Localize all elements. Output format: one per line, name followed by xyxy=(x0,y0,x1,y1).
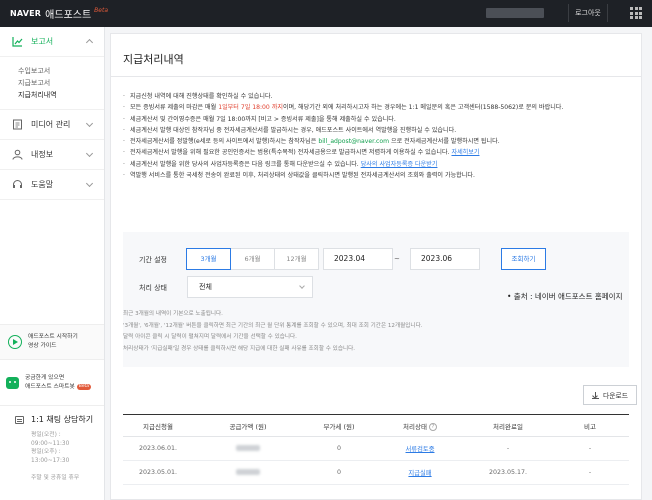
filter-note: 달력 아이콘 클릭 시 달력이 펼쳐지며 달력에서 기간을 선택할 수 있습니다… xyxy=(123,334,297,341)
headset-icon xyxy=(12,179,23,190)
sidebar-subnav-report: 수입보고서 지급보고서 지급처리내역 xyxy=(0,57,104,110)
beta-badge: Beta xyxy=(76,383,92,390)
col-supply-amount: 공급가액 (원) xyxy=(193,414,303,437)
filter-note: '3개월', '6개월', '12개월' 버튼을 클릭하면 최근 기간의 최근 … xyxy=(123,322,423,329)
notice-item: 지급신청 내역에 대해 진행상태를 확인하실 수 있습니다. xyxy=(123,91,623,103)
chat-holiday: 주말 및 공휴일 휴무 xyxy=(31,475,80,481)
promo-smartbot-text: 궁금한게 있으면 애드포스트 스마트봇 Beta xyxy=(25,375,92,390)
chat-icon xyxy=(15,416,24,424)
period-3m-button[interactable]: 3개월 xyxy=(186,248,231,270)
col-request-month: 지급신청월 xyxy=(123,414,193,437)
logo-brand: NAVER xyxy=(10,9,42,18)
period-6m-button[interactable]: 6개월 xyxy=(230,248,275,270)
filter-panel: 기간 설정 3개월 6개월 12개월 2023.04 ~ 2023.06 조회하… xyxy=(123,232,629,367)
promo-video-guide[interactable]: 애드포스트 시작하기 영상 가이드 xyxy=(0,324,104,360)
logout-button[interactable]: 로그아웃 xyxy=(568,4,608,22)
download-button[interactable]: 다운로드 xyxy=(583,385,637,405)
sidebar-item-label: 내정보 xyxy=(31,150,54,159)
billing-email: bill_adpost@naver.com xyxy=(318,138,390,146)
apps-grid-icon[interactable] xyxy=(630,7,642,19)
redacted-amount xyxy=(236,468,260,475)
logo[interactable]: NAVER 애드포스트 Beta xyxy=(10,6,108,21)
top-bar: NAVER 애드포스트 Beta 로그아웃 xyxy=(0,0,652,27)
promo-smartbot[interactable]: 궁금한게 있으면 애드포스트 스마트봇 Beta xyxy=(0,368,104,398)
business-license-download-link[interactable]: 당사의 사업자등록증 다운받기 xyxy=(361,161,438,168)
help-icon[interactable]: ? xyxy=(428,422,437,431)
divider xyxy=(111,76,641,77)
chevron-down-icon xyxy=(85,179,94,188)
subnav-income-report[interactable]: 수입보고서 xyxy=(18,65,104,77)
notice-item: 세금계산서 발행 대상인 참작자님 중 전자세금계산서를 발급하시는 경우, 애… xyxy=(123,125,623,137)
table-header-row: 지급신청월 공급가액 (원) 부가세 (원) 처리상태? 처리완료일 비고 xyxy=(123,414,629,437)
chat-title: 1:1 채팅 상담하기 xyxy=(31,415,94,424)
notice-item: 전자세금계산서를 정발행(e세로 등의 사이트에서 발행)하시는 참작자님은 b… xyxy=(123,136,623,148)
main-panel: 지급처리내역 지급신청 내역에 대해 진행상태를 확인하실 수 있습니다. 모든… xyxy=(110,33,642,500)
sidebar: 보고서 수입보고서 지급보고서 지급처리내역 미디어 관리 내정보 도움말 애드… xyxy=(0,27,105,500)
notice-item: 세금계산서 및 간이영수증은 매월 7일 18:00까지 [비고 > 증빙서류 … xyxy=(123,114,623,126)
sidebar-item-report[interactable]: 보고서 xyxy=(0,27,104,57)
col-note: 비고 xyxy=(551,414,629,437)
status-label: 처리 상태 xyxy=(139,284,167,292)
sidebar-item-help[interactable]: 도움말 xyxy=(0,170,104,200)
col-status: 처리상태? xyxy=(375,414,465,437)
chevron-down-icon xyxy=(85,119,94,128)
redacted-amount xyxy=(236,444,260,451)
search-button[interactable]: 조회하기 xyxy=(501,248,546,270)
filter-notes: 최근 3개월의 내역이 기본으로 노출됩니다. '3개월', '6개월', '1… xyxy=(123,309,423,356)
status-link[interactable]: 지급실패 xyxy=(408,470,431,477)
end-date-field[interactable]: 2023.06 xyxy=(410,248,480,270)
notice-list: 지급신청 내역에 대해 진행상태를 확인하실 수 있습니다. 모든 증빙서류 제… xyxy=(123,91,623,182)
user-name-redacted xyxy=(486,8,544,18)
page-title: 지급처리내역 xyxy=(123,53,184,66)
start-date-field[interactable]: 2023.04 xyxy=(323,248,393,270)
payment-table: 지급신청월 공급가액 (원) 부가세 (원) 처리상태? 처리완료일 비고 20… xyxy=(123,414,629,485)
details-link[interactable]: 자세히보기 xyxy=(451,149,479,156)
sidebar-item-media[interactable]: 미디어 관리 xyxy=(0,110,104,140)
chevron-up-icon xyxy=(85,38,94,47)
col-completed-date: 처리완료일 xyxy=(465,414,551,437)
document-icon xyxy=(12,119,23,130)
period-label: 기간 설정 xyxy=(139,256,167,264)
sidebar-item-label: 보고서 xyxy=(31,37,54,46)
col-vat: 부가세 (원) xyxy=(303,414,375,437)
period-segment: 3개월 6개월 12개월 xyxy=(186,248,319,270)
chevron-down-icon xyxy=(85,149,94,158)
status-link[interactable]: 서류검토중 xyxy=(406,446,435,453)
robot-icon xyxy=(6,377,19,389)
status-select[interactable]: 전체 xyxy=(187,276,313,298)
sidebar-item-label: 도움말 xyxy=(31,180,54,189)
table-row: 2023.06.01. 0 서류검토중 - - xyxy=(123,436,629,461)
source-caption: • 출처 : 네이버 애드포스트 홈페이지 xyxy=(507,292,623,301)
subnav-payment-report[interactable]: 지급보고서 xyxy=(18,77,104,89)
sidebar-item-label: 미디어 관리 xyxy=(31,120,71,129)
notice-item: 전자세금계산서 발행을 위해 필요한 공인인증서는 범용(특수목적) 전자세금용… xyxy=(123,147,623,159)
date-range-separator: ~ xyxy=(394,255,400,263)
table-row: 2023.05.01. 0 지급실패 2023.05.17. - xyxy=(123,460,629,485)
notice-item: 모든 증빙서류 제출의 마감은 매월 1일부터 7일 18:00 까지이며, 해… xyxy=(123,102,623,114)
download-icon xyxy=(591,391,599,399)
chart-icon xyxy=(12,36,23,47)
notice-item: 세금계산서 발행을 위한 당사의 사업자등록증은 다음 링크를 통해 다운받으실… xyxy=(123,159,623,171)
filter-note: 최근 3개월의 내역이 기본으로 노출됩니다. xyxy=(123,311,223,317)
play-icon xyxy=(8,335,22,349)
chat-support[interactable]: 1:1 채팅 상담하기 평일(오전) : 09:00~11:30 평일(오후) … xyxy=(0,405,104,481)
notice-item: 역발행 서비스를 통한 국세청 전송이 완료된 이후, 처리상태의 상태값을 클… xyxy=(123,170,623,182)
logo-beta: Beta xyxy=(94,7,109,14)
promo-video-guide-text: 애드포스트 시작하기 영상 가이드 xyxy=(28,334,78,349)
chat-hours: 평일(오전) : 09:00~11:30 평일(오후) : 13:00~17:3… xyxy=(31,432,70,464)
period-12m-button[interactable]: 12개월 xyxy=(274,248,319,270)
sidebar-item-myinfo[interactable]: 내정보 xyxy=(0,140,104,170)
logo-product: 애드포스트 xyxy=(45,10,92,21)
filter-note: 처리상태가 '지급실패'일 경우 상태를 클릭하시면 해당 지급에 대한 실패 … xyxy=(123,346,356,353)
chevron-down-icon xyxy=(299,283,305,289)
subnav-payment-history[interactable]: 지급처리내역 xyxy=(18,89,104,101)
user-icon xyxy=(12,149,23,160)
